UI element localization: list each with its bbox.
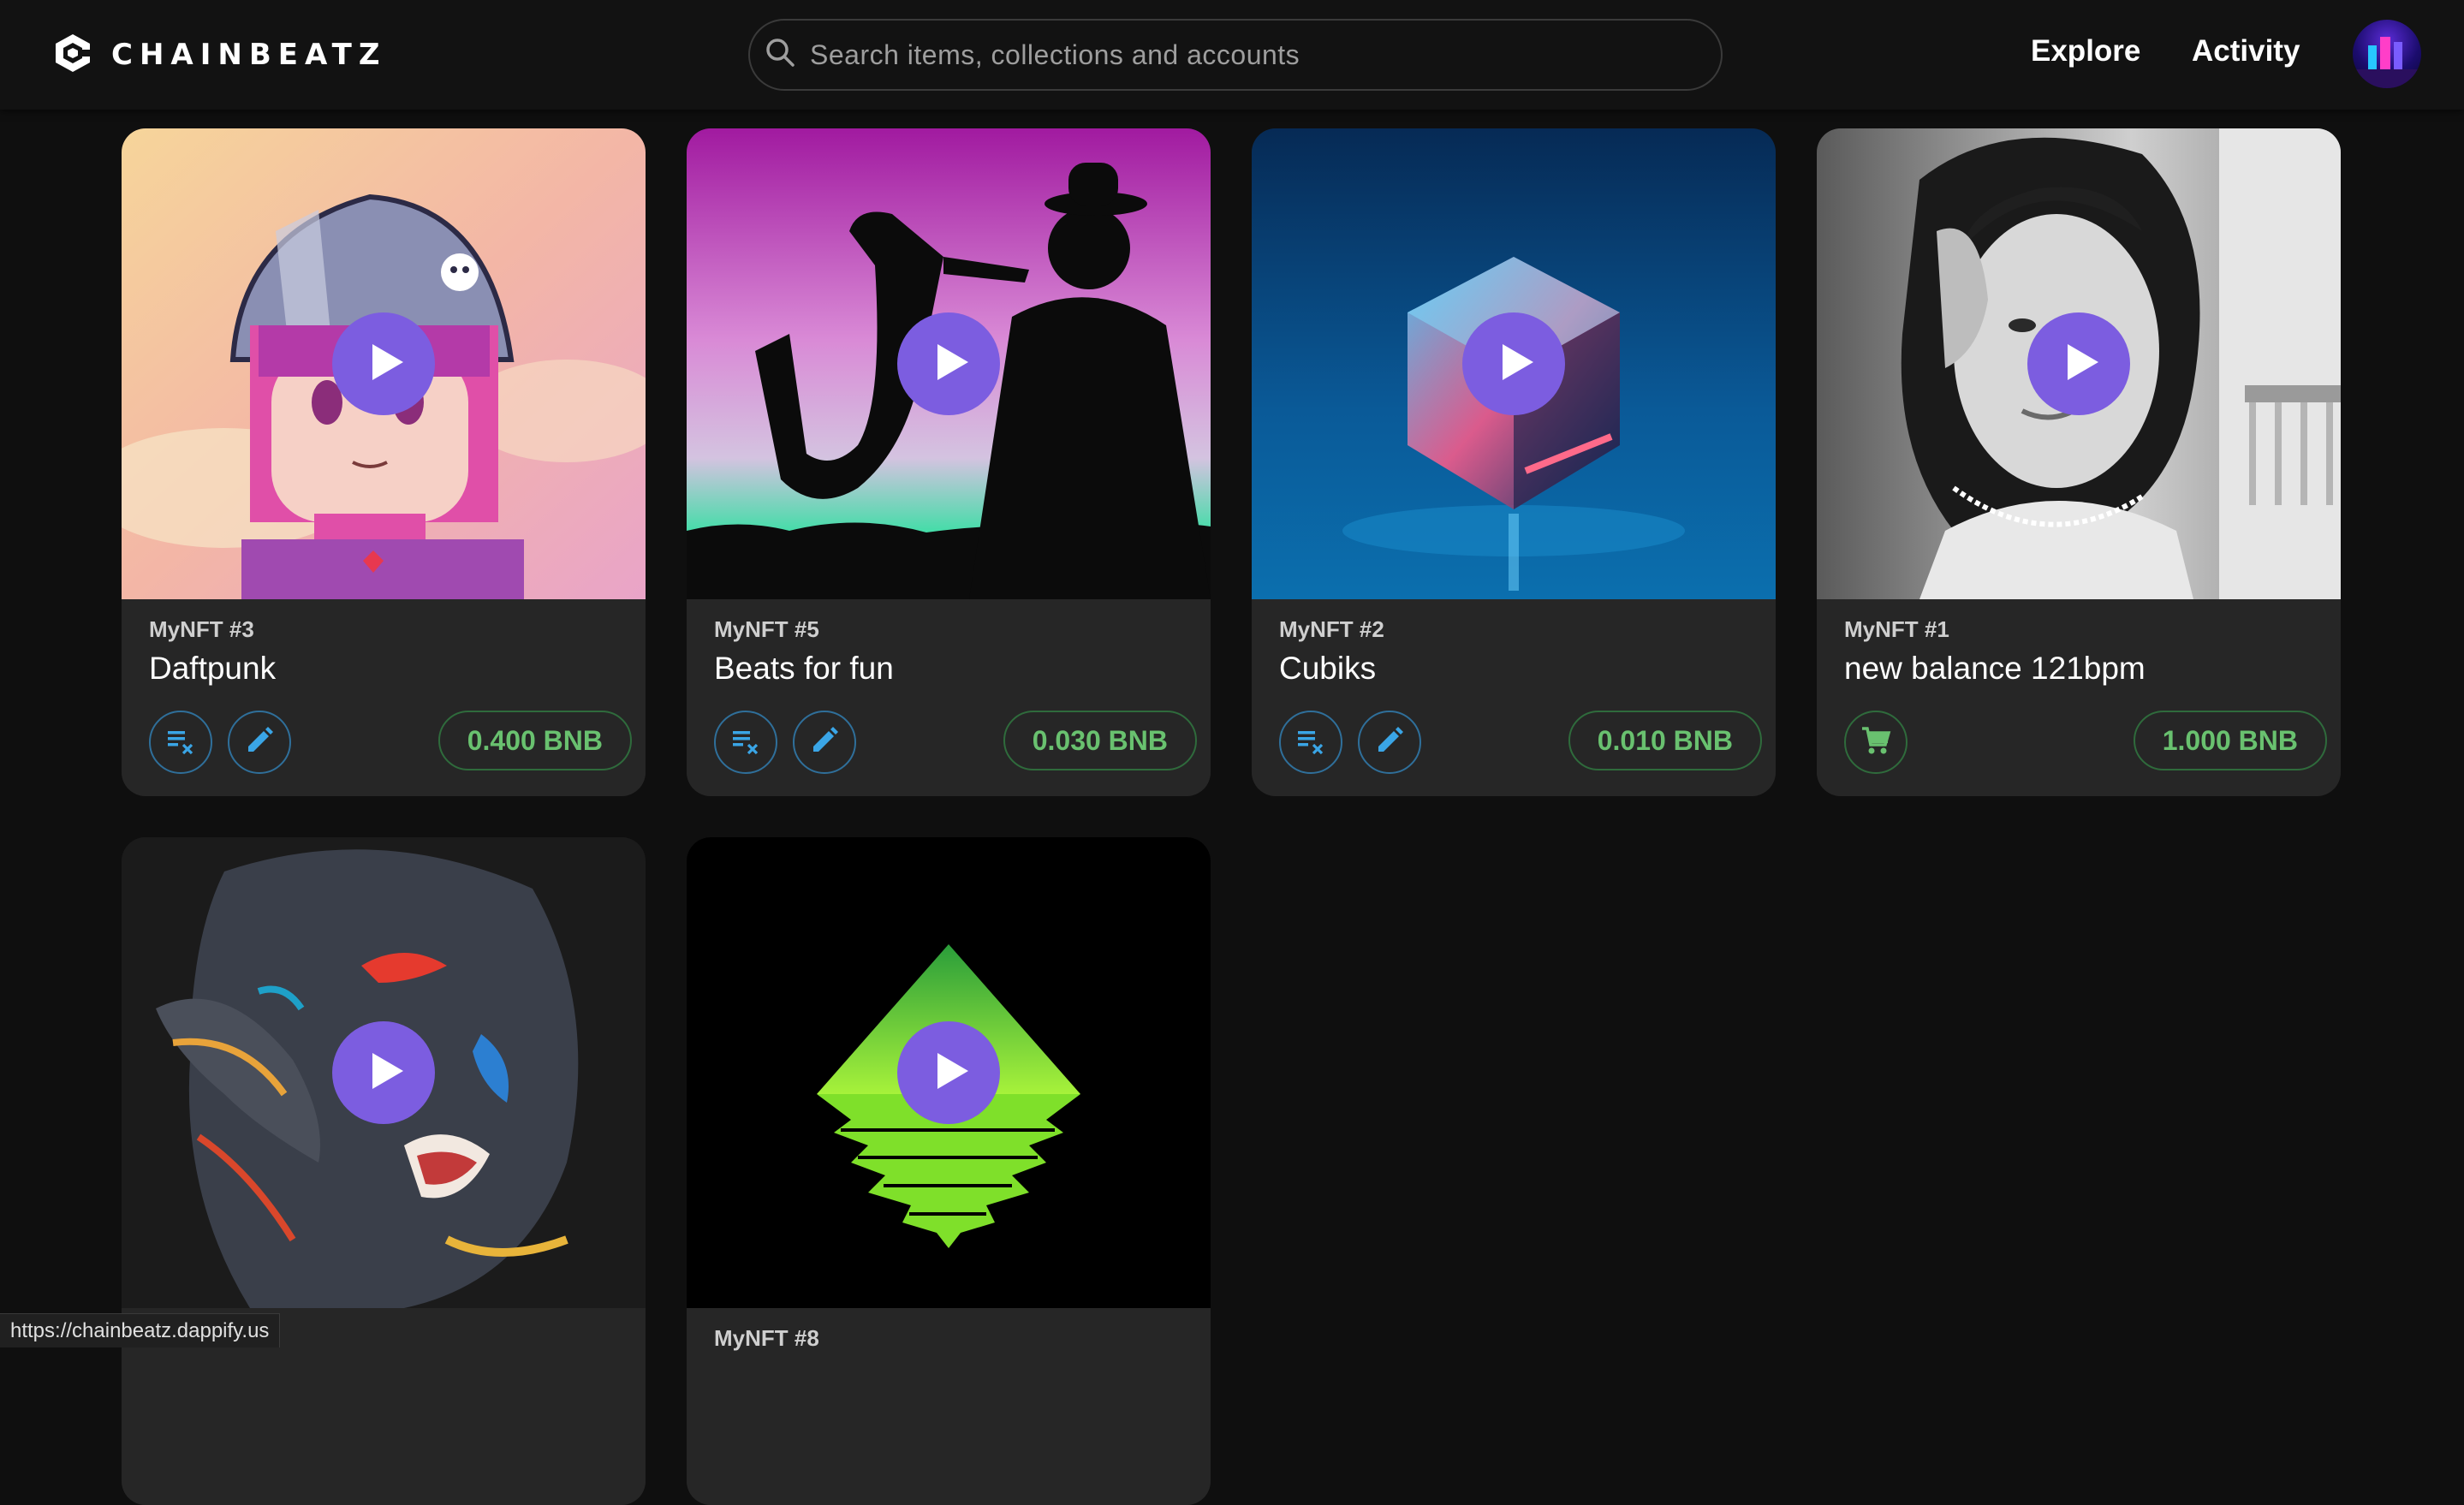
- nft-card-info: MyNFT #5 Beats for fun 0.030 BNB: [687, 599, 1211, 796]
- nft-card[interactable]: [122, 837, 646, 1505]
- brand-home-link[interactable]: CHAINBEATZ: [53, 33, 387, 78]
- nft-name[interactable]: new balance 121bpm: [1844, 651, 2146, 687]
- nft-card[interactable]: MyNFT #3 Daftpunk 0.400 BNB: [122, 128, 646, 796]
- nft-name[interactable]: Beats for fun: [714, 651, 894, 687]
- token-id: MyNFT #8: [714, 1325, 819, 1351]
- saxophone-silhouette-artwork[interactable]: [687, 128, 1211, 599]
- nft-name[interactable]: Cubiks: [1279, 651, 1376, 687]
- nft-card[interactable]: MyNFT #1 new balance 121bpm 1.000 BNB: [1817, 128, 2341, 796]
- portrait-photo-artwork[interactable]: [1817, 128, 2341, 599]
- delist-icon: [1294, 724, 1327, 761]
- play-icon: [359, 1050, 408, 1097]
- nft-card-info: MyNFT #8: [687, 1308, 1211, 1505]
- play-icon: [1489, 341, 1539, 388]
- search-bar[interactable]: Search items, collections and accounts: [748, 19, 1723, 91]
- play-button[interactable]: [2027, 312, 2130, 415]
- green-triangle-artwork[interactable]: [687, 837, 1211, 1308]
- price-badge[interactable]: 0.030 BNB: [1003, 711, 1197, 770]
- play-button[interactable]: [332, 1021, 435, 1124]
- edit-button[interactable]: [228, 711, 291, 774]
- anime-girl-artwork[interactable]: [122, 128, 646, 599]
- nft-card-info: MyNFT #1 new balance 121bpm 1.000 BNB: [1817, 599, 2341, 796]
- price-badge[interactable]: 0.010 BNB: [1568, 711, 1762, 770]
- token-id: MyNFT #1: [1844, 616, 1949, 642]
- delist-button[interactable]: [149, 711, 212, 774]
- play-icon: [359, 341, 408, 388]
- search-icon: [750, 36, 798, 74]
- nft-card[interactable]: MyNFT #5 Beats for fun 0.030 BNB: [687, 128, 1211, 796]
- edit-icon: [243, 724, 276, 761]
- delist-button[interactable]: [714, 711, 777, 774]
- nft-card[interactable]: MyNFT #2 Cubiks 0.010 BNB: [1252, 128, 1776, 796]
- price-badge[interactable]: 1.000 BNB: [2133, 711, 2327, 770]
- edit-button[interactable]: [793, 711, 856, 774]
- delist-button[interactable]: [1279, 711, 1342, 774]
- play-icon: [924, 1050, 973, 1097]
- nft-card-info: MyNFT #3 Daftpunk 0.400 BNB: [122, 599, 646, 796]
- play-button[interactable]: [332, 312, 435, 415]
- play-button[interactable]: [897, 312, 1000, 415]
- brand-name: CHAINBEATZ: [111, 38, 387, 72]
- delist-icon: [729, 724, 762, 761]
- nft-name[interactable]: Daftpunk: [149, 651, 276, 687]
- chainbeatz-logo-icon: [53, 33, 92, 78]
- play-icon: [2054, 341, 2104, 388]
- nft-card[interactable]: MyNFT #8: [687, 837, 1211, 1505]
- play-button[interactable]: [897, 1021, 1000, 1124]
- nav-activity-link[interactable]: Activity: [2192, 34, 2300, 68]
- search-input[interactable]: Search items, collections and accounts: [810, 39, 1300, 71]
- play-button[interactable]: [1462, 312, 1565, 415]
- top-navigation-bar: CHAINBEATZ Search items, collections and…: [0, 0, 2464, 110]
- glass-cube-artwork[interactable]: [1252, 128, 1776, 599]
- cart-icon: [1860, 724, 1892, 761]
- buy-button[interactable]: [1844, 711, 1908, 774]
- nft-card-info: MyNFT #2 Cubiks 0.010 BNB: [1252, 599, 1776, 796]
- painted-face-artwork[interactable]: [122, 837, 646, 1308]
- edit-button[interactable]: [1358, 711, 1421, 774]
- price-badge[interactable]: 0.400 BNB: [437, 711, 632, 770]
- token-id: MyNFT #3: [149, 616, 254, 642]
- token-id: MyNFT #5: [714, 616, 819, 642]
- status-bar-url: https://chainbeatz.dappify.us: [0, 1313, 281, 1347]
- edit-icon: [1373, 724, 1406, 761]
- user-avatar[interactable]: [2353, 20, 2421, 88]
- nav-explore-link[interactable]: Explore: [2031, 34, 2140, 68]
- edit-icon: [808, 724, 841, 761]
- delist-icon: [164, 724, 197, 761]
- token-id: MyNFT #2: [1279, 616, 1384, 642]
- play-icon: [924, 341, 973, 388]
